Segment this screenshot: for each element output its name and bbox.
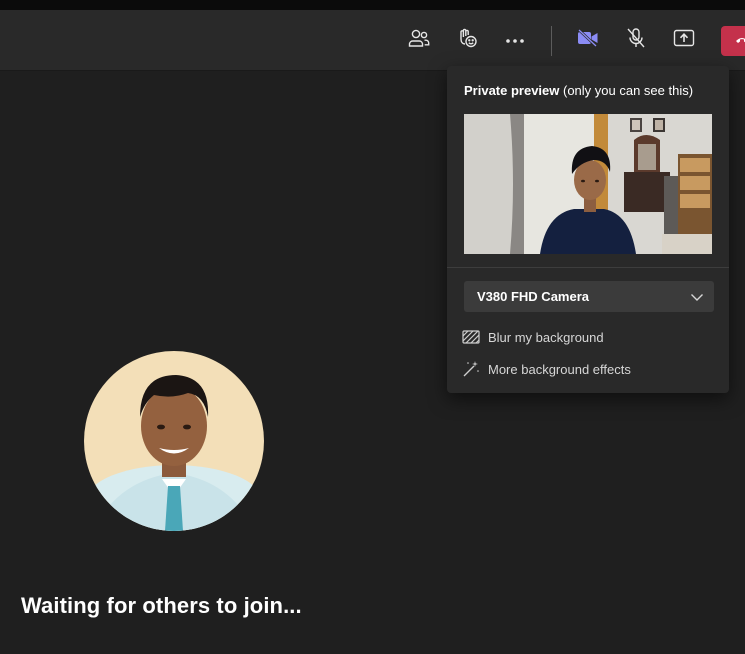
magic-wand-icon bbox=[461, 359, 481, 379]
avatar bbox=[84, 351, 264, 531]
camera-select-value: V380 FHD Camera bbox=[477, 289, 589, 304]
waiting-message: Waiting for others to join... bbox=[21, 593, 302, 618]
camera-select-dropdown[interactable]: V380 FHD Camera bbox=[464, 281, 714, 312]
leave-button[interactable] bbox=[721, 26, 745, 56]
reactions-button[interactable] bbox=[452, 25, 482, 55]
camera-icon bbox=[576, 28, 600, 53]
more-background-effects-option[interactable]: More background effects bbox=[461, 357, 631, 381]
people-button[interactable] bbox=[404, 25, 434, 55]
share-screen-icon bbox=[673, 29, 695, 52]
more-background-effects-label: More background effects bbox=[488, 361, 631, 377]
meeting-toolbar bbox=[0, 10, 745, 71]
leave-call-icon bbox=[735, 32, 745, 50]
share-screen-button[interactable] bbox=[669, 25, 699, 55]
private-preview-popup: Private preview (only you can see this) bbox=[447, 66, 729, 393]
camera-button[interactable] bbox=[573, 25, 603, 55]
more-options-icon bbox=[505, 31, 525, 49]
preview-title-bold: Private preview bbox=[464, 83, 560, 98]
toolbar-divider bbox=[551, 26, 552, 56]
people-icon bbox=[408, 28, 430, 53]
more-options-button[interactable] bbox=[500, 25, 530, 55]
popup-divider bbox=[447, 267, 729, 268]
microphone-button[interactable] bbox=[621, 25, 651, 55]
blur-background-label: Blur my background bbox=[488, 329, 604, 345]
camera-preview-video bbox=[464, 114, 712, 254]
window-top-strip bbox=[0, 0, 745, 10]
reactions-icon bbox=[456, 27, 478, 54]
blur-icon bbox=[461, 327, 481, 347]
preview-title: Private preview (only you can see this) bbox=[464, 83, 693, 98]
blur-background-option[interactable]: Blur my background bbox=[461, 325, 604, 349]
preview-title-note: (only you can see this) bbox=[559, 83, 694, 98]
mic-off-icon bbox=[625, 27, 647, 54]
chevron-down-icon bbox=[690, 290, 704, 308]
